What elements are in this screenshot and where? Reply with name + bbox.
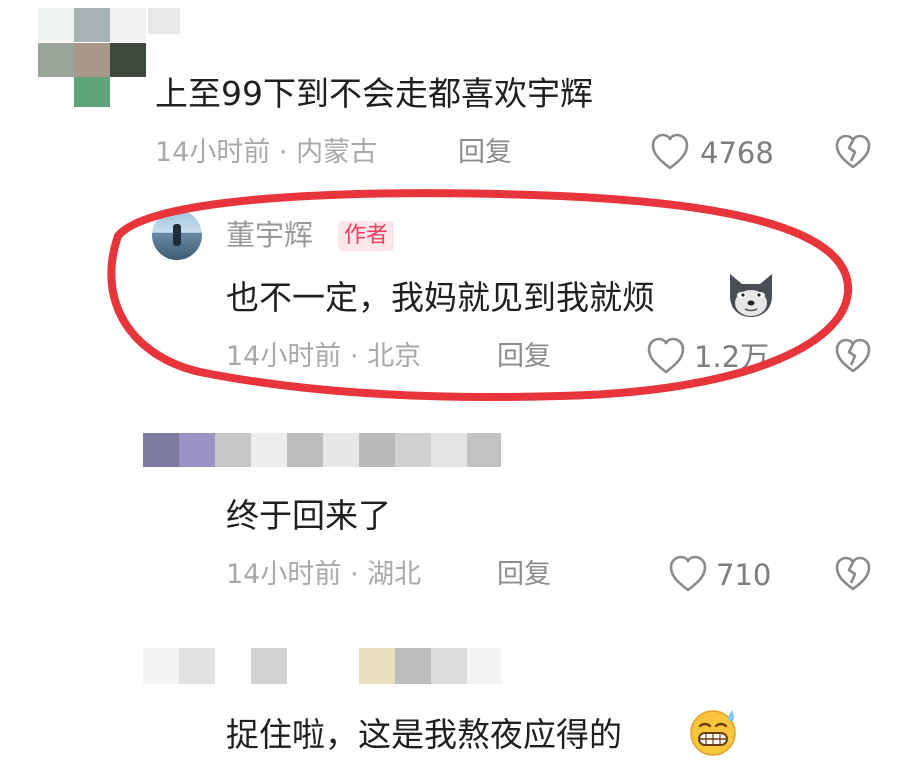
dislike-icon[interactable] xyxy=(834,134,872,170)
comment-text: 终于回来了 xyxy=(226,496,391,535)
avatar[interactable] xyxy=(152,210,202,260)
dislike-icon[interactable] xyxy=(834,338,872,374)
author-name[interactable]: 董宇辉 xyxy=(226,217,313,253)
comment-meta: 14小时前 · 北京 xyxy=(226,341,422,372)
husky-emoji-icon xyxy=(730,274,772,317)
comment-meta: 14小时前 · 内蒙古 xyxy=(155,137,378,168)
dislike-icon[interactable] xyxy=(834,556,872,592)
reply-button[interactable]: 回复 xyxy=(458,136,512,170)
reply-button[interactable]: 回复 xyxy=(497,558,551,592)
heart-icon[interactable] xyxy=(646,337,686,375)
author-badge: 作者 xyxy=(338,221,395,251)
heart-icon[interactable] xyxy=(668,555,708,593)
comment-text: 也不一定，我妈就见到我就烦 xyxy=(226,278,655,317)
grimace-sweat-emoji-icon xyxy=(690,710,736,756)
blurred-username xyxy=(143,433,501,467)
comment-meta: 14小时前 · 湖北 xyxy=(226,559,422,590)
like-count: 4768 xyxy=(700,136,774,170)
heart-icon[interactable] xyxy=(650,133,690,171)
blurred-username xyxy=(143,648,501,684)
like-count: 710 xyxy=(716,558,772,592)
blurred-avatar xyxy=(38,8,148,108)
blurred-username xyxy=(148,8,180,34)
comment-text: 上至99下到不会走都喜欢宇辉 xyxy=(155,74,593,113)
like-count: 1.2万 xyxy=(694,340,770,374)
reply-button[interactable]: 回复 xyxy=(497,340,551,374)
comment-text: 捉住啦，这是我熬夜应得的 xyxy=(226,715,622,754)
